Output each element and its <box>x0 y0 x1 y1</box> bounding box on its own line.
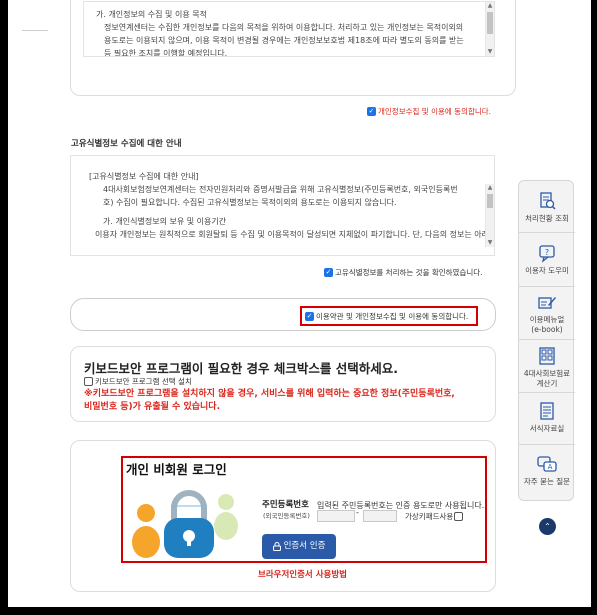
virtual-keyboard-label: 가상키패드사용 <box>405 512 454 521</box>
privacy-line: 등 필요한 조치를 이행할 예정입니다. <box>104 49 228 57</box>
manual-edit-icon <box>538 297 556 309</box>
svg-text:A: A <box>548 463 553 471</box>
chevron-up-icon: ⌃ <box>544 522 551 531</box>
privacy-agree-label: 개인정보수집 및 이용에 동의합니다. <box>378 107 492 116</box>
svg-text:?: ? <box>545 248 549 257</box>
unique-id-agree-label: 고유식별정보를 처리하는 것을 확인하였습니다. <box>335 268 483 277</box>
login-title: 개인 비회원 로그인 <box>126 462 227 477</box>
cert-auth-button[interactable]: 인증서 인증 <box>262 534 336 559</box>
privacy-agree-checkbox[interactable]: ✓ <box>367 107 376 116</box>
side-item-label: 서식자료실 <box>529 424 565 433</box>
keyboard-security-label: 키보드보안 프로그램 선택 설치 <box>95 377 192 386</box>
keyboard-security-warning: ※키보드보안 프로그램을 설치하지 않을 경우, 서비스를 위해 입력하는 중요… <box>84 389 455 399</box>
browser-cert-guide-link[interactable]: 브라우저인증서 사용방법 <box>258 568 347 580</box>
side-item-faq[interactable]: A 자주 묻는 질문 <box>519 445 575 501</box>
scroll-down-icon[interactable]: ▼ <box>486 239 494 247</box>
unique-id-text-scroll[interactable]: [고유식별정보 수집에 대한 안내] 4대사회보험정보연계센터는 전자민원처리와… <box>70 155 495 256</box>
keyboard-security-checkbox[interactable] <box>84 377 93 386</box>
scroll-thumb[interactable] <box>487 194 493 208</box>
rrn-label: 주민등록번호 <box>262 500 309 510</box>
cert-auth-label: 인증서 인증 <box>283 541 326 551</box>
rrn-sublabel: (외국인등록번호) <box>263 512 310 520</box>
side-item-status-inquiry[interactable]: 처리현황 조회 <box>519 181 575 233</box>
faq-icon: A <box>537 456 557 472</box>
unique-id-title: 고유식별정보 수집에 대한 안내 <box>71 139 182 149</box>
unique-id-agree-checkbox[interactable]: ✓ <box>324 268 333 277</box>
privacy-text-scroll[interactable]: 가. 개인정보의 수집 및 이용 목적 정보연계센터는 수집한 개인정보를 다음… <box>83 1 495 57</box>
unique-id-line: 이용자 개인정보는 원칙적으로 회원탈퇴 등 수집 및 이용목적이 달성되면 지… <box>95 230 495 239</box>
rrn-back-input[interactable] <box>363 510 397 522</box>
all-agree-label: 이용약관 및 개인정보수집 및 이용에 동의합니다. <box>316 312 469 321</box>
scroll-top-button[interactable]: ⌃ <box>539 518 556 535</box>
all-agree-checkbox[interactable]: ✓ <box>305 312 314 321</box>
scroll-down-icon[interactable]: ▼ <box>486 48 494 56</box>
security-lock-illustration <box>132 490 238 558</box>
virtual-keyboard-checkbox[interactable] <box>454 512 464 521</box>
side-item-user-help[interactable]: ? 이용자 도우미 <box>519 233 575 287</box>
divider <box>22 30 48 31</box>
scroll-up-icon[interactable]: ▲ <box>486 184 494 192</box>
quick-menu: 처리현황 조회 ? 이용자 도우미 이용메뉴얼 (e-book) 4대사회보험료… <box>518 180 575 501</box>
privacy-line: 정보연계센터는 수집한 개인정보를 다음의 목적을 위하여 이용합니다. 처리하… <box>104 23 464 32</box>
side-item-premium-calculator[interactable]: 4대사회보험료 계산기 <box>519 340 575 393</box>
unique-id-line: 호) 수집이 필요합니다. 수집된 고유식별정보는 목적이외의 용도로는 이용되… <box>103 198 397 207</box>
privacy-line: 용도로는 이용되지 않으며, 이용 목적이 변경될 경우에는 개인정보보호법 제… <box>104 36 464 45</box>
side-item-label: 4대사회보험료 계산기 <box>523 369 571 388</box>
unique-id-line: [고유식별정보 수집에 대한 안내] <box>89 172 199 181</box>
rrn-separator: - <box>356 508 359 517</box>
privacy-consent-panel: 가. 개인정보의 수집 및 이용 목적 정보연계센터는 수집한 개인정보를 다음… <box>70 0 516 116</box>
side-item-form-library[interactable]: 서식자료실 <box>519 393 575 445</box>
virtual-keyboard-row[interactable]: 가상키패드사용 <box>405 511 464 522</box>
help-chat-icon: ? <box>539 245 555 263</box>
calculator-icon <box>539 347 555 365</box>
scroll-thumb[interactable] <box>487 12 493 34</box>
side-item-label: 자주 묻는 질문 <box>523 477 571 486</box>
side-item-label: 이용메뉴얼 (e-book) <box>529 315 565 334</box>
keyboard-security-title: 키보드보안 프로그램이 필요한 경우 체크박스를 선택하세요. <box>84 361 399 376</box>
side-item-manual-ebook[interactable]: 이용메뉴얼 (e-book) <box>519 287 575 340</box>
all-agree-row[interactable]: ✓ 이용약관 및 개인정보수집 및 이용에 동의합니다. <box>305 311 468 322</box>
keyboard-security-warning-2: 비밀번호 등)가 유출될 수 있습니다. <box>84 402 220 412</box>
unique-id-line: 4대사회보험정보연계센터는 전자민원처리와 증명서발급을 위해 고유식별정보(주… <box>103 185 458 194</box>
privacy-scrollbar[interactable]: ▲ ▼ <box>485 2 494 56</box>
search-document-icon <box>540 192 556 210</box>
unique-id-agree-row[interactable]: ✓ 고유식별정보를 처리하는 것을 확인하였습니다. <box>324 267 483 278</box>
unique-id-line: 가. 개인식별정보의 보유 및 이용기간 <box>103 217 227 226</box>
page-frame: 가. 개인정보의 수집 및 이용 목적 정보연계센터는 수집한 개인정보를 다음… <box>8 0 591 607</box>
lock-icon <box>272 542 281 551</box>
form-document-icon <box>540 402 554 420</box>
side-item-label: 처리현황 조회 <box>525 214 569 223</box>
privacy-agree-row[interactable]: ✓ 개인정보수집 및 이용에 동의합니다. <box>367 106 491 117</box>
scroll-up-icon[interactable]: ▲ <box>486 2 494 10</box>
side-item-label: 이용자 도우미 <box>525 266 569 275</box>
rrn-front-input[interactable] <box>317 510 355 522</box>
unique-id-scrollbar[interactable]: ▲ ▼ <box>485 184 494 247</box>
privacy-item-heading: 가. 개인정보의 수집 및 이용 목적 <box>96 10 207 19</box>
